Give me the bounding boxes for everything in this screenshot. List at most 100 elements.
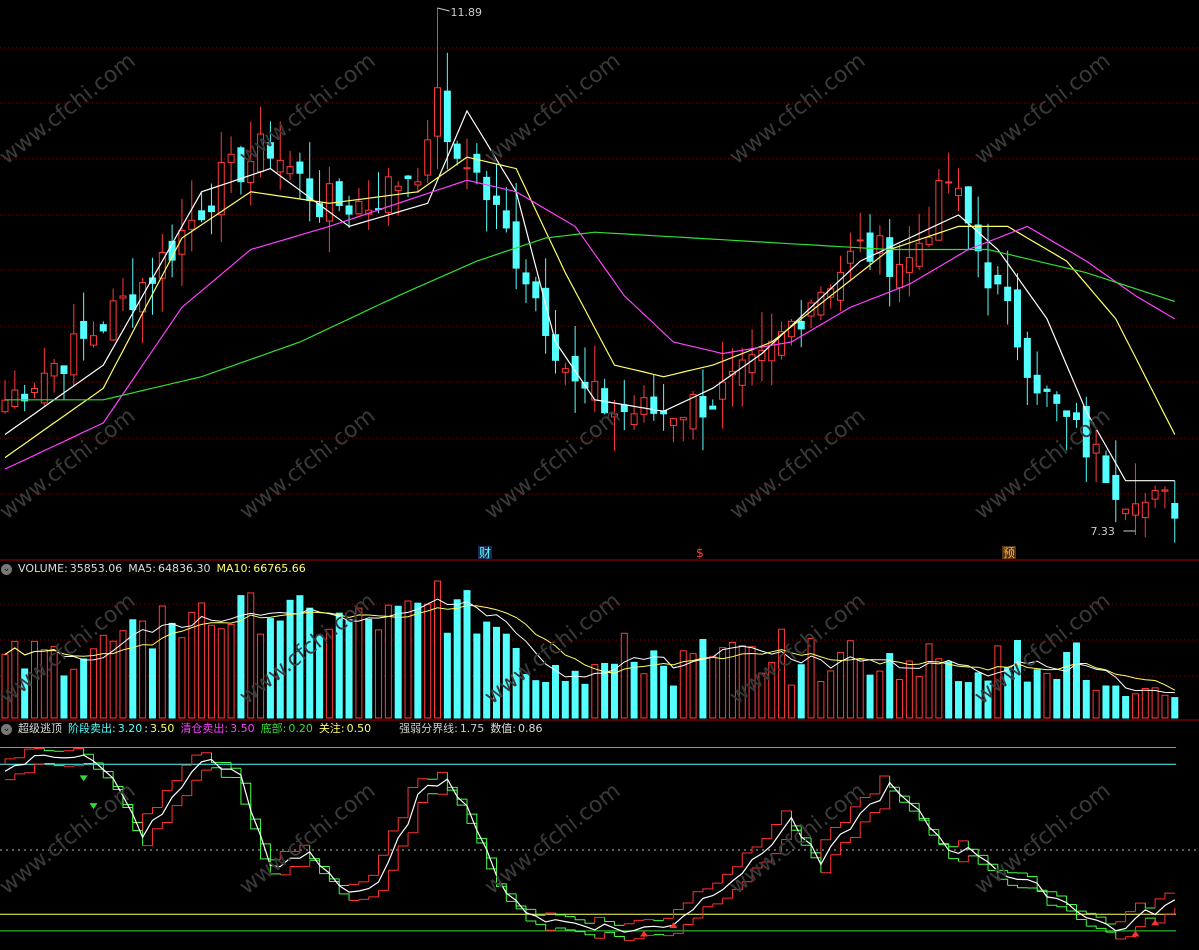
candle-up <box>228 154 234 162</box>
step-line <box>172 796 182 806</box>
watch-value: 0.50 <box>347 722 372 735</box>
candle-up <box>425 140 431 175</box>
step-line <box>949 859 959 862</box>
step-line <box>723 889 733 898</box>
step-line <box>408 788 418 818</box>
volume-bar-up <box>621 633 627 718</box>
step-line <box>1037 877 1047 891</box>
candle-up <box>926 237 932 244</box>
candle-up <box>258 134 264 172</box>
step-line <box>1086 926 1096 928</box>
step-line <box>1027 873 1037 877</box>
step-line <box>614 937 624 941</box>
candle-down <box>444 91 450 141</box>
strong-weak-value: 1.75 <box>460 722 485 735</box>
step-line <box>860 812 870 821</box>
collapse-icon[interactable]: ⌄ <box>1 724 12 735</box>
candle-up <box>847 251 853 263</box>
candle-down <box>494 196 500 204</box>
candle-down <box>1073 413 1079 420</box>
stock-chart: 11.897.33财$预 ⌄VOLUME:35853.06MA5:64836.3… <box>0 0 1199 946</box>
step-line <box>968 841 978 849</box>
step-line <box>772 839 782 853</box>
step-line <box>192 770 202 780</box>
step-line <box>703 904 713 907</box>
candle-up <box>1123 509 1129 513</box>
step-line <box>438 787 448 794</box>
step-line <box>270 874 280 875</box>
candle-down <box>1103 456 1109 483</box>
sell-arrow-icon <box>89 803 97 809</box>
step-line <box>575 917 585 920</box>
step-line <box>1067 911 1077 919</box>
step-line <box>15 758 25 759</box>
volume-bar-down <box>415 603 421 718</box>
candle-down <box>1044 389 1050 391</box>
candle-down <box>965 187 971 223</box>
clear-sell-label: 清仓卖出: <box>180 722 228 735</box>
candle-up <box>1132 504 1138 515</box>
candle-up <box>90 336 96 345</box>
candle-down <box>297 162 303 173</box>
volume-bar-down <box>149 649 155 718</box>
step-line <box>831 827 841 839</box>
candle-down <box>208 206 214 212</box>
volume-bar-up <box>41 650 47 718</box>
volume-bar-up <box>208 625 214 718</box>
step-line <box>1008 885 1018 887</box>
high-marker <box>438 8 450 11</box>
volume-bar-down <box>1083 680 1089 718</box>
candle-up <box>857 240 863 241</box>
volume-bar-down <box>484 622 490 718</box>
step-line <box>821 855 831 873</box>
step-line <box>369 890 379 897</box>
step-line <box>34 749 44 750</box>
value-label: 数值: <box>490 722 516 735</box>
volume-bar-up <box>729 642 735 718</box>
collapse-icon[interactable]: ⌄ <box>1 564 12 575</box>
candle-down <box>1024 339 1030 378</box>
volume-ma5-value: 64836.30 <box>158 562 211 575</box>
volume-bar-down <box>444 633 450 718</box>
step-line <box>211 768 221 778</box>
step-line <box>526 906 536 909</box>
ma-white-line <box>5 111 1175 481</box>
candle-up <box>218 162 224 214</box>
step-line <box>1145 903 1155 908</box>
step-line <box>664 918 674 920</box>
step-line <box>1135 918 1145 927</box>
indicator-legend: ⌄超级逃顶阶段卖出:3.20:3.50清仓卖出:3.50底部:0.20关注:0.… <box>0 722 549 735</box>
candle-down <box>346 206 352 214</box>
step-line <box>408 803 418 833</box>
step-line <box>772 824 782 838</box>
volume-bar-up <box>739 646 745 718</box>
step-line <box>624 924 634 926</box>
volume-bar-down <box>975 673 981 718</box>
candle-down <box>474 154 480 172</box>
volume-bar-down <box>366 620 372 718</box>
step-line <box>791 826 801 845</box>
step-line <box>634 920 644 923</box>
step-line <box>1057 907 1067 911</box>
candle-up <box>611 414 617 417</box>
step-line <box>477 838 487 858</box>
volume-bar-up <box>641 674 647 718</box>
candle-down <box>81 321 87 338</box>
volume-ma10-value: 66765.66 <box>253 562 306 575</box>
volume-bar-up <box>749 647 755 718</box>
step-line <box>438 772 448 779</box>
step-line <box>978 864 988 870</box>
step-line <box>280 867 290 875</box>
step-line <box>241 768 251 804</box>
candle-up <box>1152 490 1158 499</box>
candle-down <box>1014 290 1020 347</box>
stage-sell-v2: 3.50 <box>150 722 175 735</box>
candle-up <box>277 160 283 172</box>
volume-bar-down <box>61 676 67 718</box>
candle-up <box>189 220 195 229</box>
step-line <box>506 886 516 893</box>
volume-bar-down <box>651 651 657 718</box>
candle-down <box>887 238 893 277</box>
volume-bar-down <box>464 591 470 718</box>
step-line <box>870 794 880 798</box>
